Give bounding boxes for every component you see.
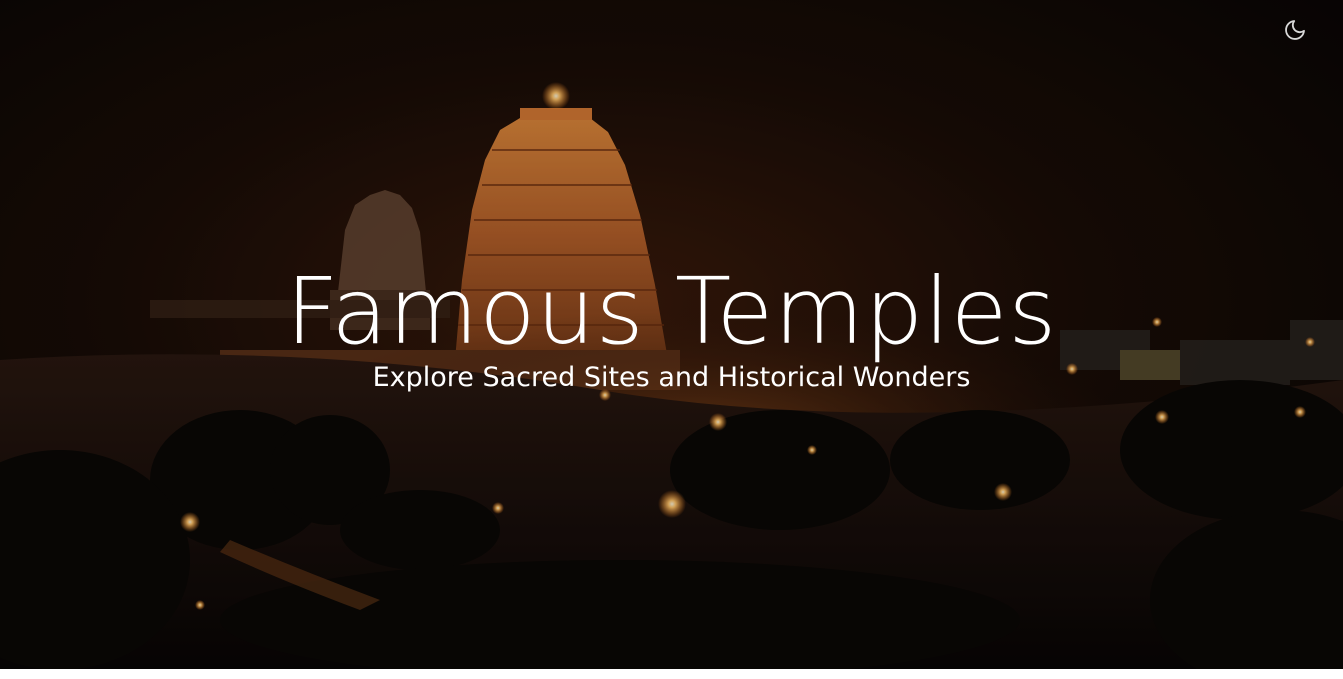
theme-toggle-button[interactable] [1281,16,1309,44]
moon-icon [1285,20,1305,40]
page-title: Famous Temples [285,258,1058,365]
page-subtitle: Explore Sacred Sites and Historical Wond… [372,362,971,393]
hero-section: Famous Temples Explore Sacred Sites and … [0,0,1343,669]
